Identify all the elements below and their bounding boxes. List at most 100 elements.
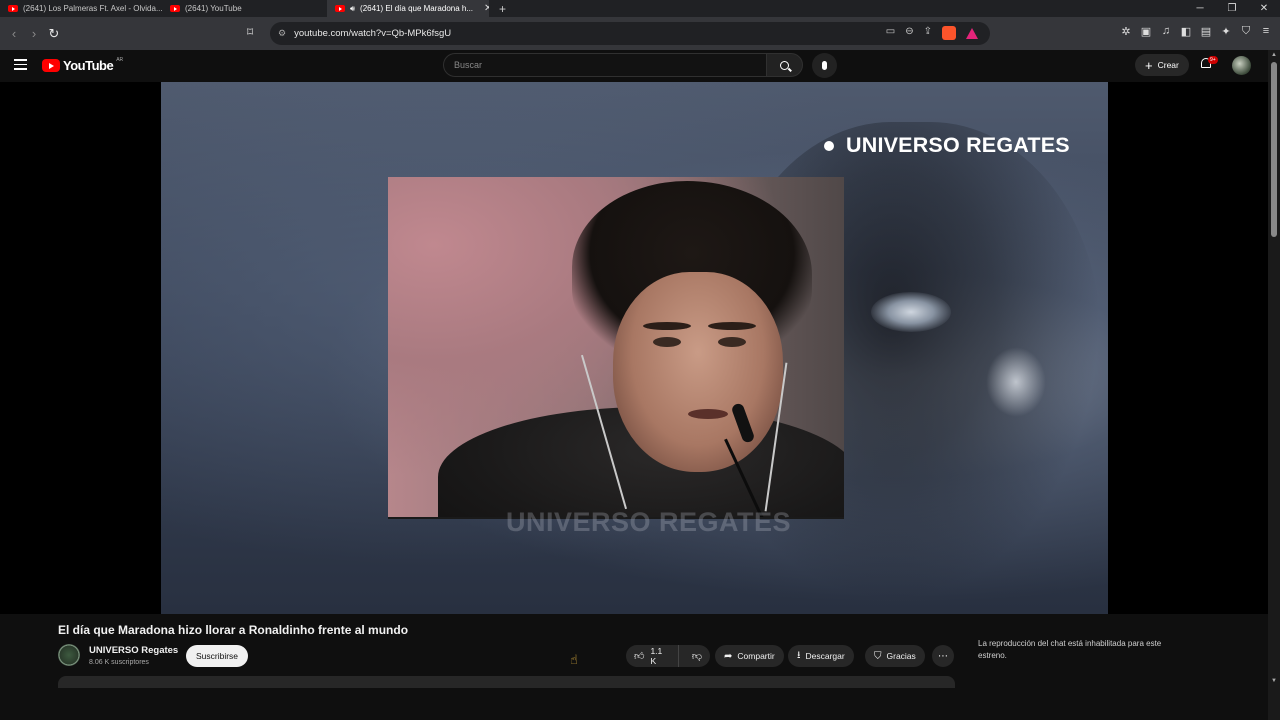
browser-tab-1[interactable]: (2641) Los Palmeras Ft. Axel - Olvida... bbox=[0, 0, 162, 17]
bookmark-icon[interactable]: ⌑ bbox=[247, 25, 253, 39]
wallet-icon[interactable]: ▤ bbox=[1200, 25, 1212, 38]
browser-tab-3-active[interactable]: 🔊︎ (2641) El día que Maradona h... ✕ bbox=[327, 0, 489, 17]
search-placeholder: Buscar bbox=[454, 60, 483, 70]
inset-eye-right bbox=[718, 337, 746, 347]
logo-text: YouTube bbox=[63, 58, 114, 73]
minimize-icon[interactable]: ─ bbox=[1184, 3, 1216, 14]
address-bar[interactable]: ⚙ youtube.com/watch?v=Qb-MPk6fsgU ▭ ⊖ ⇪ bbox=[270, 22, 990, 45]
address-bar-actions: ▭ ⊖ ⇪ bbox=[886, 26, 978, 40]
youtube-favicon-icon bbox=[8, 5, 18, 12]
scrollbar-thumb[interactable] bbox=[1271, 62, 1277, 237]
scroll-down-icon[interactable]: ▼ bbox=[1271, 678, 1277, 684]
video-player[interactable]: UNIVERSO REGATES UNIVERSO REGATES bbox=[0, 82, 1268, 614]
share-label: Compartir bbox=[737, 651, 775, 661]
restore-icon[interactable]: ❐ bbox=[1216, 3, 1248, 14]
description-box[interactable] bbox=[58, 676, 955, 688]
zoom-icon[interactable]: ⊖ bbox=[905, 26, 913, 40]
chat-disabled-message: La reproducción del chat está inhabilita… bbox=[978, 639, 1162, 660]
subscribe-button[interactable]: Suscribirse bbox=[186, 645, 249, 667]
back-icon[interactable]: ‹ bbox=[4, 26, 24, 41]
channel-avatar[interactable] bbox=[58, 644, 80, 666]
create-button[interactable]: + Crear bbox=[1135, 54, 1189, 76]
background-eye-highlight bbox=[871, 292, 951, 332]
video-brand-overlay: UNIVERSO REGATES bbox=[824, 133, 1070, 158]
new-tab-button[interactable]: + bbox=[489, 2, 516, 16]
brave-shields-icon[interactable] bbox=[942, 26, 956, 40]
brave-rewards-icon[interactable] bbox=[966, 28, 978, 39]
extensions-icon[interactable]: ✲ bbox=[1120, 25, 1132, 38]
browser-tab-title: (2641) YouTube bbox=[185, 4, 242, 13]
youtube-favicon-icon bbox=[335, 5, 345, 12]
browser-tab-title: (2641) Los Palmeras Ft. Axel - Olvida... bbox=[23, 4, 162, 13]
guide-menu-icon[interactable] bbox=[14, 59, 27, 70]
vpn-icon[interactable]: ⛉ bbox=[1240, 25, 1252, 38]
like-button[interactable]: 👍︎ 1.1 K bbox=[626, 645, 679, 667]
plus-icon: + bbox=[1145, 57, 1153, 73]
site-info-icon[interactable]: ⚙ bbox=[278, 28, 286, 39]
more-actions-button[interactable]: ⋯ bbox=[932, 645, 954, 667]
download-icon: ⭳ bbox=[797, 649, 801, 661]
youtube-header: YouTube AR Buscar + Crear 9+ bbox=[0, 50, 1268, 82]
screenshot-icon[interactable]: ▣ bbox=[1140, 25, 1152, 38]
youtube-play-logo-icon bbox=[42, 59, 60, 72]
share-button[interactable]: ➦ Compartir bbox=[715, 645, 784, 667]
mouse-pointer-hand-icon: ☝ bbox=[570, 652, 578, 667]
sidebar-icon[interactable]: ◧ bbox=[1180, 25, 1192, 38]
menu-icon[interactable]: ≡ bbox=[1260, 25, 1272, 38]
window-controls: ─ ❐ ✕ bbox=[1184, 0, 1280, 17]
voice-search-button[interactable] bbox=[812, 53, 837, 78]
channel-name[interactable]: UNIVERSO Regates bbox=[89, 645, 178, 656]
search-input[interactable]: Buscar bbox=[443, 53, 766, 77]
inset-mouth bbox=[688, 409, 728, 419]
extension-icons: ✲ ▣ ♫ ◧ ▤ ✦ ⛉ ≡ bbox=[1120, 25, 1280, 38]
search-icon bbox=[780, 60, 789, 70]
thanks-button[interactable]: ⛉ Gracias bbox=[865, 645, 925, 667]
microphone-icon bbox=[822, 61, 827, 70]
browser-tab-strip: (2641) Los Palmeras Ft. Axel - Olvida...… bbox=[0, 0, 1280, 17]
video-frame[interactable]: UNIVERSO REGATES UNIVERSO REGATES bbox=[161, 82, 1108, 614]
video-info-section: El día que Maradona hizo llorar a Ronald… bbox=[0, 614, 1268, 720]
logo-region-code: AR bbox=[116, 56, 124, 63]
forward-icon[interactable]: › bbox=[24, 26, 44, 41]
media-icon[interactable]: ♫ bbox=[1160, 25, 1172, 38]
inset-brow-right bbox=[708, 322, 756, 330]
like-dislike-group: 👍︎ 1.1 K 👎︎ bbox=[626, 645, 710, 667]
inset-brow-left bbox=[643, 322, 691, 330]
create-label: Crear bbox=[1157, 60, 1179, 70]
download-button[interactable]: ⭳ Descargar bbox=[788, 645, 854, 667]
page-scrollbar[interactable]: ▲ ▼ bbox=[1268, 50, 1280, 720]
inset-eye-left bbox=[653, 337, 681, 347]
brand-dot-icon bbox=[824, 140, 834, 151]
brand-text: UNIVERSO REGATES bbox=[846, 133, 1070, 157]
browser-tab-2[interactable]: (2641) YouTube bbox=[162, 0, 327, 17]
like-count: 1.1 K bbox=[650, 646, 663, 666]
youtube-favicon-icon bbox=[170, 5, 180, 12]
close-window-icon[interactable]: ✕ bbox=[1248, 3, 1280, 14]
speaker-icon[interactable]: 🔊︎ bbox=[350, 4, 355, 14]
reload-icon[interactable]: ↻ bbox=[44, 26, 64, 42]
background-cheek-highlight bbox=[986, 347, 1046, 417]
video-watermark: UNIVERSO REGATES bbox=[506, 507, 792, 537]
thumbs-up-icon: 👍︎ bbox=[634, 651, 645, 662]
leo-ai-icon[interactable]: ✦ bbox=[1220, 25, 1232, 38]
youtube-logo[interactable]: YouTube AR bbox=[42, 56, 124, 73]
cast-icon[interactable]: ▭ bbox=[886, 26, 895, 40]
video-title: El día que Maradona hizo llorar a Ronald… bbox=[58, 623, 409, 637]
super-thanks-icon: ⛉ bbox=[874, 650, 882, 662]
thumbs-down-icon: 👎︎ bbox=[691, 651, 702, 662]
download-label: Descargar bbox=[805, 651, 845, 661]
address-url: youtube.com/watch?v=Qb-MPk6fsgU bbox=[294, 28, 452, 39]
search-button[interactable] bbox=[766, 53, 803, 77]
dislike-button[interactable]: 👎︎ bbox=[684, 645, 710, 667]
account-avatar[interactable] bbox=[1232, 56, 1251, 75]
video-inset-clip bbox=[388, 177, 844, 519]
scroll-up-icon[interactable]: ▲ bbox=[1271, 52, 1277, 58]
share-page-icon[interactable]: ⇪ bbox=[924, 26, 932, 40]
notifications-badge: 9+ bbox=[1208, 56, 1218, 64]
thanks-label: Gracias bbox=[886, 651, 916, 661]
more-horizontal-icon: ⋯ bbox=[938, 650, 948, 662]
browser-tab-title: (2641) El día que Maradona h... bbox=[360, 4, 474, 13]
share-arrow-icon: ➦ bbox=[724, 650, 733, 662]
inset-face bbox=[613, 272, 783, 472]
subscriber-count: 8.06 K suscriptores bbox=[89, 659, 149, 666]
